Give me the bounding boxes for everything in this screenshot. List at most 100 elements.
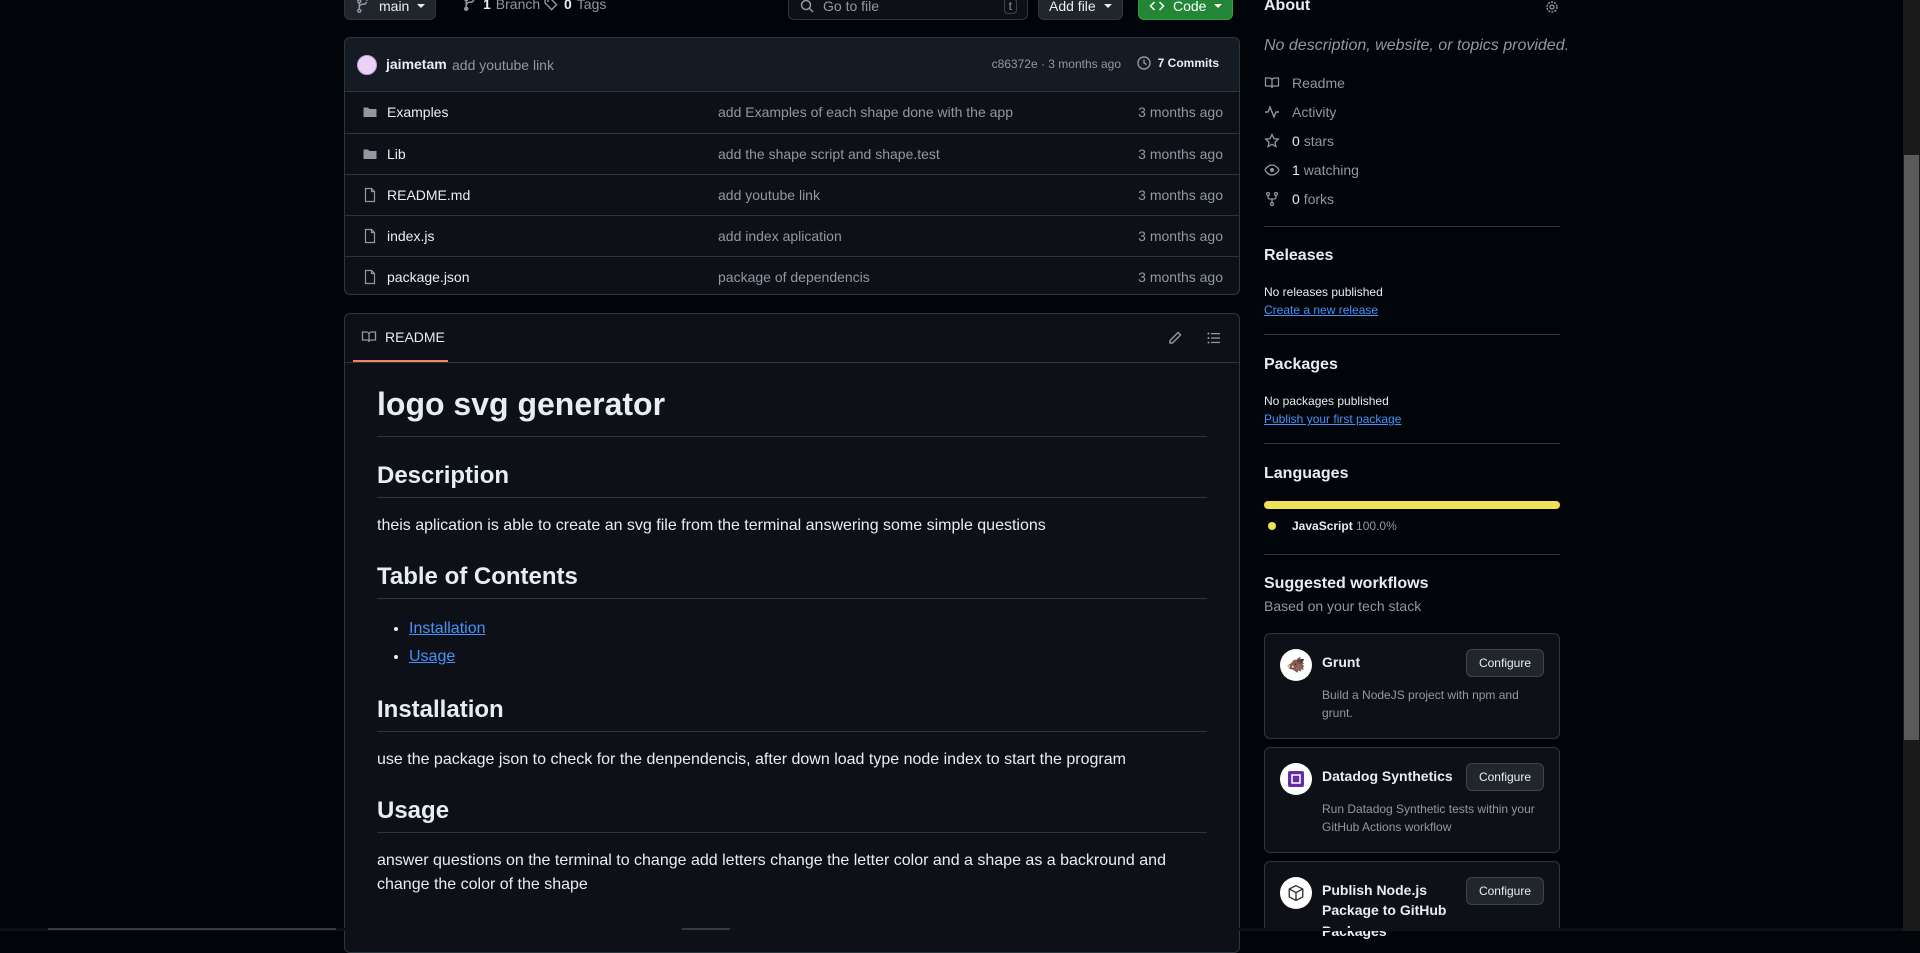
folder-icon: [362, 104, 378, 120]
scrollbar-thumb[interactable]: [1904, 155, 1919, 740]
gear-icon[interactable]: [1544, 0, 1560, 15]
pencil-icon[interactable]: [1167, 330, 1183, 346]
file-commit-message[interactable]: add the shape script and shape.test: [718, 146, 940, 162]
divider: [1264, 226, 1560, 227]
file-age: 3 months ago: [1138, 228, 1223, 244]
grunt-logo-icon: 🐗: [1280, 649, 1312, 681]
star-icon: [1264, 133, 1280, 149]
tags-label: Tags: [576, 0, 607, 12]
installation-text: use the package json to check for the de…: [377, 751, 1126, 768]
file-commit-message[interactable]: add Examples of each shape done with the…: [718, 104, 1013, 120]
file-row[interactable]: Lib add the shape script and shape.test 3 …: [345, 133, 1239, 174]
divider: [1264, 443, 1560, 444]
git-branch-icon: [462, 0, 478, 12]
about-description: No description, website, or topics provi…: [1264, 37, 1570, 54]
vertical-scrollbar[interactable]: [1903, 0, 1920, 931]
configure-button[interactable]: Configure: [1465, 649, 1544, 677]
commits-link[interactable]: 7 Commits: [1136, 55, 1219, 71]
add-file-label: Add file: [1049, 0, 1096, 14]
branches-label: Branch: [495, 0, 541, 12]
workflow-card-grunt: 🐗 Grunt Build a NodeJS project with npm …: [1264, 633, 1560, 739]
watching-count: 1: [1292, 162, 1300, 178]
workflow-description: Build a NodeJS project with npm and grun…: [1322, 688, 1519, 720]
language-dot: [1268, 522, 1276, 530]
installation-heading: Installation: [377, 695, 1207, 732]
publish-package-link[interactable]: Publish your first package: [1264, 412, 1401, 426]
folder-icon: [362, 146, 378, 162]
watching-link[interactable]: 1 watching: [1264, 162, 1359, 178]
commit-author[interactable]: jaimetam: [386, 56, 447, 72]
file-commit-message[interactable]: add index aplication: [718, 228, 842, 244]
file-row[interactable]: package.json package of dependencis 3 mont…: [345, 256, 1239, 294]
file-commit-message[interactable]: add youtube link: [718, 187, 820, 203]
toc-link-usage[interactable]: Usage: [409, 648, 455, 665]
file-name[interactable]: README.md: [387, 187, 470, 203]
divider: [1264, 334, 1560, 335]
usage-heading: Usage: [377, 796, 1207, 833]
chevron-down-icon: [1214, 4, 1223, 8]
add-file-button[interactable]: Add file: [1038, 0, 1123, 20]
repo-forked-icon: [1264, 191, 1280, 207]
shortcut-key: t: [1003, 0, 1017, 14]
file-name[interactable]: Lib: [387, 146, 406, 162]
configure-button[interactable]: Configure: [1465, 763, 1544, 791]
file-name[interactable]: index.js: [387, 228, 434, 244]
file-age: 3 months ago: [1138, 187, 1223, 203]
datadog-logo-icon: [1280, 763, 1312, 795]
toc-item: Installation: [409, 615, 1207, 643]
scrollbar-thumb[interactable]: [48, 928, 336, 930]
book-icon: [1264, 75, 1280, 91]
readme-link[interactable]: Readme: [1264, 75, 1345, 91]
chevron-down-icon: [417, 4, 426, 8]
file-list: Examples add Examples of each shape done …: [345, 92, 1239, 294]
workflow-title: Publish Node.js Package to GitHub Packag…: [1322, 882, 1447, 939]
pulse-icon: [1264, 104, 1280, 120]
no-packages-text: No packages published: [1264, 394, 1389, 408]
list-unordered-icon[interactable]: [1206, 330, 1222, 346]
branches-link[interactable]: 1 Branch: [462, 0, 540, 12]
latest-commit-bar: jaimetam add youtube link c86372e · 3 mo…: [345, 38, 1239, 92]
tags-count: 0: [564, 0, 572, 12]
file-row[interactable]: index.js add index aplication 3 months ago: [345, 215, 1239, 256]
create-release-link[interactable]: Create a new release: [1264, 303, 1378, 317]
code-button[interactable]: Code: [1138, 0, 1234, 20]
commit-hash-time[interactable]: c86372e · 3 months ago: [992, 57, 1121, 71]
file-name[interactable]: package.json: [387, 269, 470, 285]
branch-name: main: [379, 0, 410, 14]
language-item-javascript[interactable]: JavaScript 100.0%: [1268, 519, 1397, 533]
file-row[interactable]: Examples add Examples of each shape done …: [345, 92, 1239, 133]
workflow-title: Datadog Synthetics: [1322, 768, 1453, 784]
chevron-down-icon: [1103, 4, 1112, 8]
commit-message[interactable]: add youtube link: [452, 57, 554, 73]
configure-button[interactable]: Configure: [1465, 877, 1544, 905]
history-icon: [1136, 55, 1152, 71]
releases-heading[interactable]: Releases: [1264, 247, 1333, 265]
file-row[interactable]: README.md add youtube link 3 months ago: [345, 174, 1239, 215]
tab-readme[interactable]: README: [353, 314, 448, 362]
activity-label: Activity: [1292, 104, 1337, 120]
toc-link-installation[interactable]: Installation: [409, 620, 486, 637]
forks-count: 0: [1292, 191, 1300, 207]
avatar[interactable]: [357, 55, 377, 75]
file-icon: [362, 269, 378, 285]
file-name[interactable]: Examples: [387, 104, 448, 120]
forks-link[interactable]: 0 forks: [1264, 191, 1334, 207]
packages-heading[interactable]: Packages: [1264, 356, 1338, 374]
branch-select-button[interactable]: main: [344, 0, 437, 20]
branches-count: 1: [483, 0, 491, 12]
go-to-file-input[interactable]: Go to file t: [788, 0, 1028, 20]
scrollbar-thumb[interactable]: [682, 928, 730, 930]
workflows-subheading: Based on your tech stack: [1264, 598, 1422, 614]
eye-icon: [1264, 162, 1280, 178]
tags-link[interactable]: 0 Tags: [543, 0, 606, 12]
workflow-card-datadog: Datadog Synthetics Run Datadog Synthetic…: [1264, 747, 1560, 853]
stars-link[interactable]: 0 stars: [1264, 133, 1334, 149]
usage-text: answer questions on the terminal to chan…: [377, 852, 1166, 893]
readme-panel: README logo svg generator Description th…: [344, 313, 1240, 953]
file-icon: [362, 187, 378, 203]
description-heading: Description: [377, 461, 1207, 498]
activity-link[interactable]: Activity: [1264, 104, 1336, 120]
workflow-card-publish-node: Publish Node.js Package to GitHub Packag…: [1264, 861, 1560, 939]
file-commit-message[interactable]: package of dependencis: [718, 269, 870, 285]
readme-title: logo svg generator: [377, 384, 1207, 437]
